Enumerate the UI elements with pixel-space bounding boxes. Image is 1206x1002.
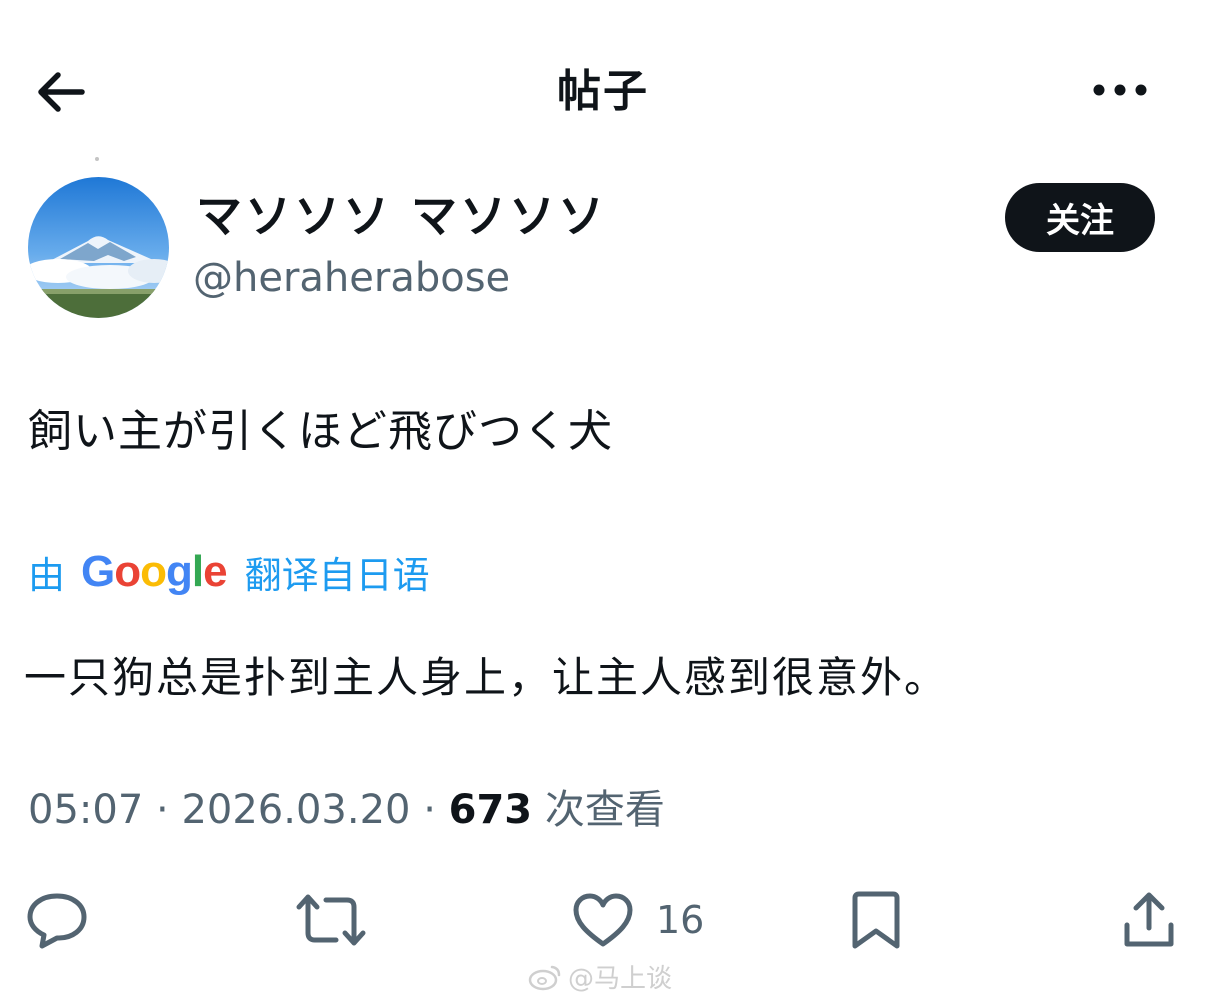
repost-icon [296, 894, 366, 946]
weibo-logo-icon [528, 965, 561, 990]
google-letter: l [191, 547, 204, 596]
avatar[interactable] [28, 177, 169, 318]
translation-attribution[interactable]: 由 Google 翻译自日语 [28, 542, 430, 602]
more-horizontal-icon [1093, 84, 1147, 96]
reply-icon [27, 893, 87, 949]
like-button[interactable]: 16 [572, 880, 704, 960]
post-text: 飼い主が引くほど飛びつく犬 [28, 406, 613, 457]
views-label: 次查看 [544, 787, 665, 833]
views-count: 673 [448, 787, 533, 833]
bookmark-button[interactable] [850, 880, 902, 960]
reply-button[interactable] [26, 880, 88, 960]
display-name[interactable]: マソソソ マソソソ [196, 188, 607, 244]
google-logo: Google [81, 547, 228, 597]
translation-prefix: 由 [28, 554, 65, 597]
google-letter: g [166, 547, 193, 596]
share-icon [1124, 892, 1174, 947]
translated-text: 一只狗总是扑到主人身上，让主人感到很意外。 [24, 653, 949, 702]
bookmark-icon [852, 891, 900, 949]
translation-suffix: 翻译自日语 [244, 554, 430, 597]
google-letter: o [140, 547, 167, 596]
follow-button[interactable]: 关注 [1005, 183, 1155, 252]
google-letter: o [114, 547, 141, 596]
google-letter: G [81, 547, 115, 596]
post-date: 2026.03.20 [181, 787, 411, 833]
watermark: @马上谈 [528, 958, 672, 995]
arrow-left-icon [38, 72, 85, 112]
meta-separator: · [423, 787, 436, 833]
share-button[interactable] [1122, 880, 1176, 960]
post-time: 05:07 [28, 787, 144, 833]
repost-button[interactable] [296, 880, 366, 960]
heart-icon [573, 893, 633, 947]
back-button[interactable] [30, 62, 90, 122]
watermark-text: @马上谈 [568, 964, 673, 994]
avatar-image [28, 177, 169, 318]
meta-separator: · [156, 787, 169, 833]
decor-dot [95, 157, 99, 161]
page-title: 帖子 [557, 66, 649, 117]
like-count: 16 [656, 898, 705, 942]
google-letter: e [203, 547, 228, 596]
more-button[interactable] [1088, 68, 1152, 112]
post-meta: 05:07 · 2026.03.20 · 673 次查看 [28, 780, 665, 840]
user-handle[interactable]: @heraherabose [193, 250, 510, 306]
